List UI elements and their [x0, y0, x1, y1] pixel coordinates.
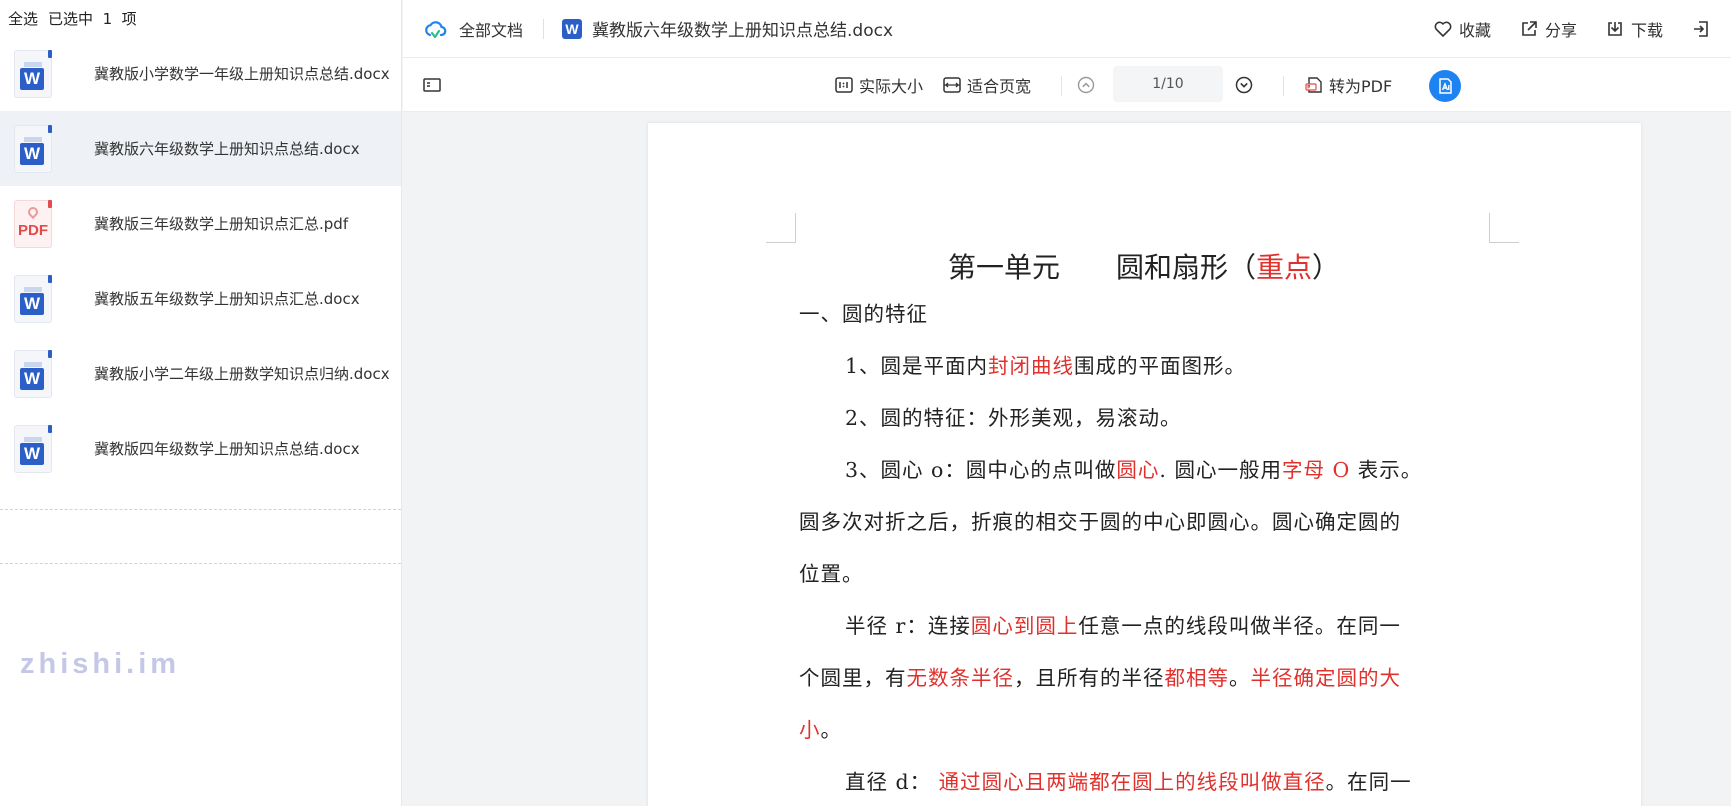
ai-assistant-button[interactable]: [1429, 70, 1461, 102]
paragraph: 3、圆心 o：圆中心的点叫做圆心. 圆心一般用字母 O 表示。: [845, 458, 1423, 482]
header-actions: 收藏 分享 下载: [1433, 17, 1711, 41]
file-item[interactable]: W 冀教版四年级数学上册知识点总结.docx: [0, 411, 401, 486]
download-label: 下载: [1630, 20, 1663, 40]
word-doc-icon: W: [562, 18, 583, 39]
section-heading: 一、圆的特征: [799, 302, 928, 326]
convert-pdf-label: 转为PDF: [1329, 77, 1393, 96]
fit-width-button[interactable]: 适合页宽: [943, 58, 1031, 112]
file-name: 冀教版四年级数学上册知识点总结.docx: [94, 440, 360, 458]
toolbar-separator: [1061, 76, 1062, 96]
exit-icon: [1694, 20, 1708, 37]
document-content: 第一单元 圆和扇形（重点） 一、圆的特征 1、圆是平面内封闭曲线围成的平面图形。…: [799, 251, 1489, 806]
file-item[interactable]: W 冀教版小学数学一年级上册知识点总结.docx: [0, 36, 401, 111]
file-item[interactable]: PDF 冀教版三年级数学上册知识点汇总.pdf: [0, 186, 401, 261]
share-label: 分享: [1544, 20, 1577, 40]
ai-assistant-icon: [1439, 78, 1452, 94]
page-margin-marker: [766, 213, 796, 243]
share-icon: [1522, 20, 1537, 36]
viewer-toolbar: 实际大小 适合页宽 1/10 转为PDF: [403, 58, 1731, 112]
divider: [0, 563, 401, 564]
page-margin-marker: [1489, 213, 1519, 243]
sidebar-toggle-icon: [423, 78, 441, 92]
sidebar-toggle-button[interactable]: [423, 58, 441, 112]
document-page: 第一单元 圆和扇形（重点） 一、圆的特征 1、圆是平面内封闭曲线围成的平面图形。…: [648, 123, 1641, 806]
file-sidebar: 全选 已选中 1 项 W 冀教版小学数学一年级上册知识点总结.docx W 冀教…: [0, 0, 402, 806]
all-docs-link[interactable]: 全部文档: [423, 17, 523, 41]
toolbar-separator: [1283, 76, 1284, 96]
actual-size-button[interactable]: 实际大小: [835, 58, 923, 112]
file-name: 冀教版小学数学一年级上册知识点总结.docx: [94, 65, 390, 83]
file-name: 冀教版三年级数学上册知识点汇总.pdf: [94, 215, 349, 233]
word-file-icon: W: [14, 274, 54, 323]
unit-heading: 第一单元 圆和扇形（重点）: [947, 251, 1341, 284]
download-icon: [1608, 21, 1622, 36]
file-name: 冀教版五年级数学上册知识点汇总.docx: [94, 290, 360, 308]
chevron-down-circle-icon: [1235, 76, 1253, 94]
next-page-button[interactable]: [1235, 58, 1253, 112]
word-file-icon: W: [14, 424, 54, 473]
top-header: 全部文档 W 冀教版六年级数学上册知识点总结.docx 收藏 分享 下载: [403, 0, 1731, 58]
favorite-button[interactable]: 收藏: [1433, 17, 1491, 41]
cloud-icon: [425, 20, 447, 38]
file-item[interactable]: W 冀教版小学二年级上册数学知识点归纳.docx: [0, 336, 401, 411]
all-docs-label: 全部文档: [459, 20, 524, 40]
download-button[interactable]: 下载: [1605, 17, 1663, 41]
divider: [0, 509, 401, 510]
file-item-selected[interactable]: W 冀教版六年级数学上册知识点总结.docx: [0, 111, 401, 186]
paragraph: 圆多次对折之后，折痕的相交于圆的中心即圆心。圆心确定圆的: [799, 510, 1401, 534]
favorite-label: 收藏: [1458, 20, 1491, 40]
exit-button[interactable]: [1691, 19, 1711, 39]
pdf-file-icon: PDF: [14, 199, 54, 248]
share-button[interactable]: 分享: [1519, 17, 1577, 41]
file-list: W 冀教版小学数学一年级上册知识点总结.docx W 冀教版六年级数学上册知识点…: [0, 36, 401, 486]
word-file-icon: W: [14, 124, 54, 173]
file-name: 冀教版六年级数学上册知识点总结.docx: [94, 140, 360, 158]
select-all-button[interactable]: 全选: [8, 8, 38, 29]
paragraph: 半径 r：连接圆心到圆上任意一点的线段叫做半径。在同一: [845, 614, 1401, 638]
paragraph: 个圆里，有无数条半径，且所有的半径都相等。半径确定圆的大: [799, 666, 1401, 690]
word-file-icon: W: [14, 49, 54, 98]
word-file-icon: W: [14, 349, 54, 398]
file-item[interactable]: W 冀教版五年级数学上册知识点汇总.docx: [0, 261, 401, 336]
selection-bar: 全选 已选中 1 项: [0, 0, 401, 36]
actual-size-label: 实际大小: [859, 77, 924, 96]
chevron-up-circle-icon: [1077, 76, 1095, 94]
page-indicator[interactable]: 1/10: [1113, 66, 1223, 102]
convert-pdf-button[interactable]: 转为PDF: [1305, 58, 1392, 112]
fit-width-label: 适合页宽: [967, 77, 1032, 96]
selected-count-label: 已选中 1 项: [48, 8, 137, 29]
selected-count: 1: [102, 9, 113, 28]
prev-page-button[interactable]: [1077, 58, 1095, 112]
document-title: 冀教版六年级数学上册知识点总结.docx: [592, 21, 894, 41]
paragraph: 2、圆的特征：外形美观，易滚动。: [845, 406, 1182, 430]
file-name: 冀教版小学二年级上册数学知识点归纳.docx: [94, 365, 390, 383]
watermark: zhishi.im: [20, 648, 181, 680]
fit-width-icon: [943, 77, 961, 93]
selected-suffix: 项: [121, 9, 137, 28]
paragraph: 直径 d： 通过圆心且两端都在圆上的线段叫做直径。在同一: [845, 770, 1412, 794]
actual-size-icon: [835, 77, 853, 93]
heart-icon: [1434, 21, 1452, 37]
selected-prefix: 已选中: [48, 9, 94, 28]
header-separator: [543, 18, 545, 39]
paragraph: 1、圆是平面内封闭曲线围成的平面图形。: [845, 354, 1247, 378]
pdf-convert-icon: [1305, 77, 1322, 93]
paragraph: 位置。: [799, 562, 864, 586]
paragraph: 小。: [799, 718, 842, 742]
